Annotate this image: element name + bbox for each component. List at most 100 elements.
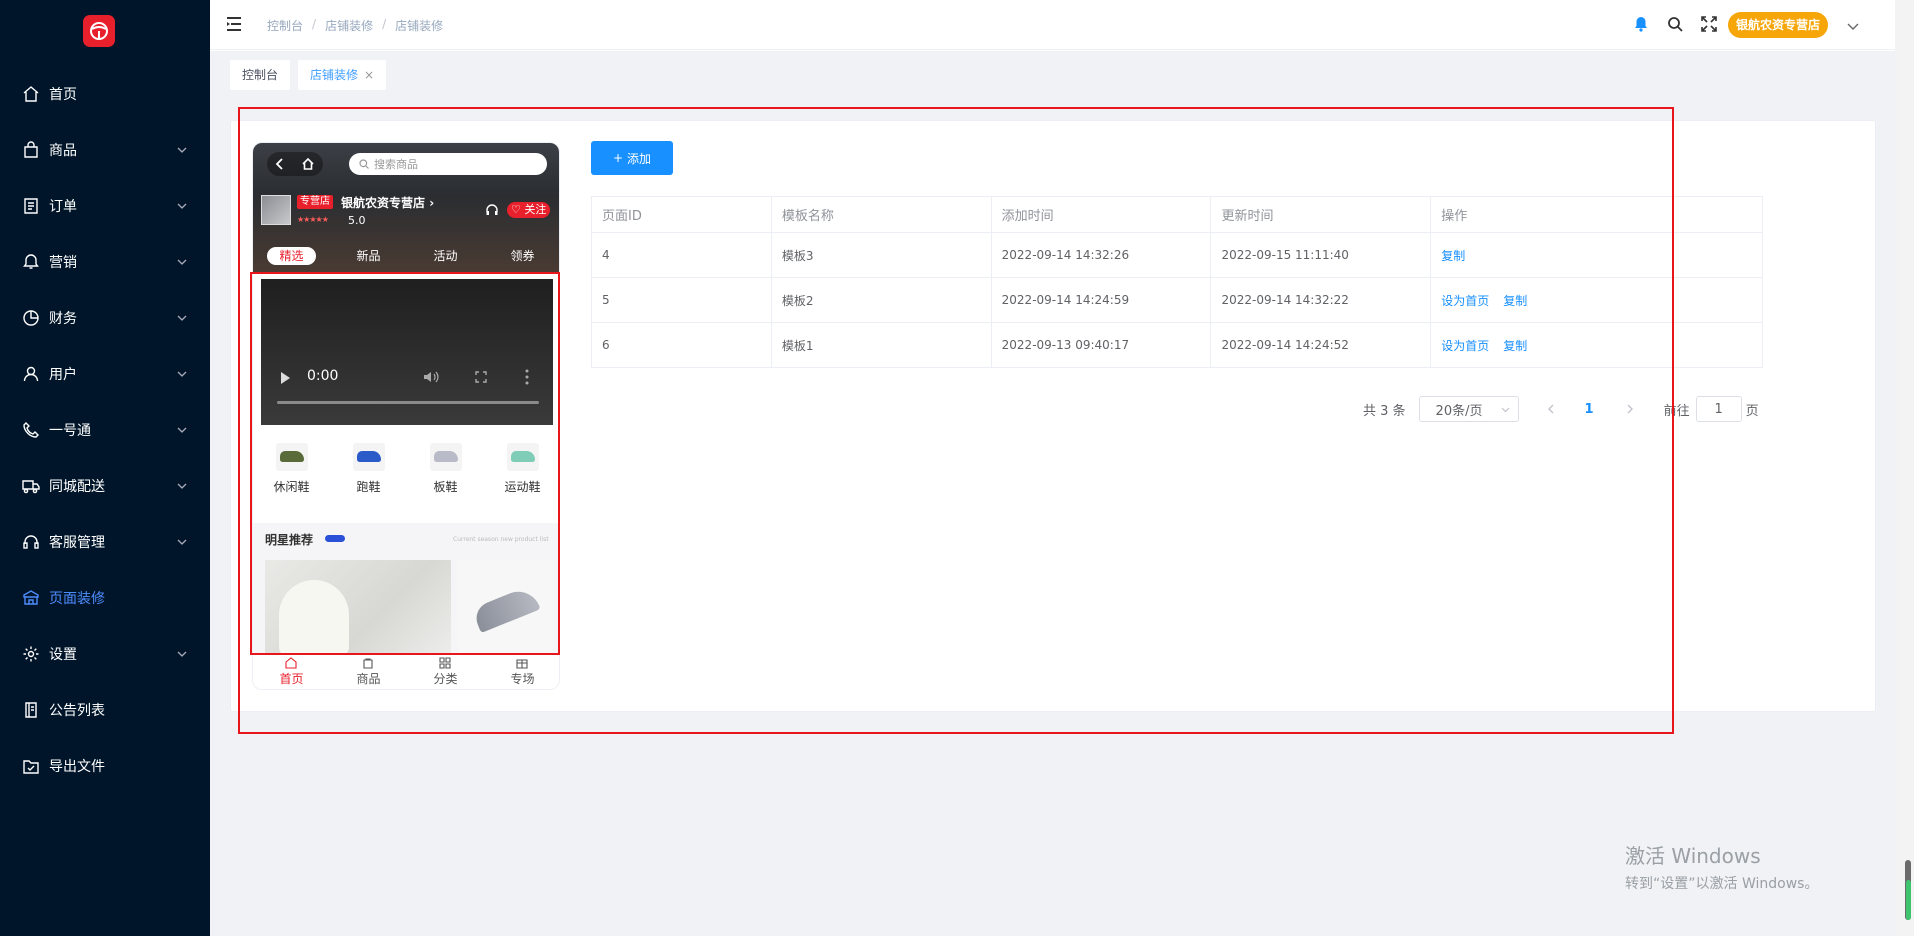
nav-capsule[interactable] <box>267 152 323 176</box>
tag-dashboard[interactable]: 控制台 <box>230 60 291 90</box>
category-item[interactable]: 板鞋 <box>418 435 474 509</box>
sidebar-item[interactable]: 设置 <box>0 626 210 682</box>
watermark-line1: 激活 Windows <box>1625 844 1761 868</box>
steering-wheel-logo-icon[interactable] <box>83 15 115 47</box>
sidebar-item[interactable]: 财务 <box>0 290 210 346</box>
sidebar-item[interactable]: 用户 <box>0 346 210 402</box>
sidebar-item-label: 导出文件 <box>49 759 105 775</box>
category-item[interactable]: 休闲鞋 <box>264 435 320 509</box>
table-row: 5 模板2 2022-09-14 14:24:59 2022-09-14 14:32:… <box>592 278 1763 323</box>
store-header: 搜索商品 专营店 银航农资专营店 › ★★★★★ 5.0 ♡ 关注 精选 新品 活动… <box>253 143 559 273</box>
fullscreen-icon[interactable] <box>1701 16 1717 32</box>
category-item[interactable]: 跑鞋 <box>341 435 397 509</box>
scrollbar-indicator <box>1906 880 1911 920</box>
tabbar-item[interactable]: 专场 <box>510 655 535 689</box>
sidebar-item[interactable]: 页面装修 <box>0 570 210 626</box>
home-icon[interactable] <box>301 157 315 171</box>
tabbar-label: 商品 <box>356 672 381 686</box>
shop-name-badge[interactable]: 银航农资专营店 <box>1728 12 1829 38</box>
pagination-total: 共 3 条 <box>1363 403 1406 419</box>
goto-unit: 页 <box>1745 403 1759 419</box>
store-name[interactable]: 银航农资专营店 › <box>341 194 434 211</box>
tag-label: 控制台 <box>242 68 279 82</box>
shoe-shape <box>471 584 541 634</box>
chevron-down-icon <box>1501 407 1509 413</box>
table-row: 6 模板1 2022-09-13 09:40:17 2022-09-14 14:24:… <box>592 323 1763 368</box>
table-cell-updated: 2022-09-15 11:11:40 <box>1211 233 1432 277</box>
chevron-left-icon[interactable] <box>1545 403 1557 415</box>
page-size-select[interactable]: 20条/页 <box>1418 396 1519 422</box>
store-tabs: 精选 新品 活动 领券 <box>253 245 559 267</box>
breadcrumb-item[interactable]: 控制台 <box>267 17 303 34</box>
follow-label: 关注 <box>524 203 547 216</box>
tag-store-decoration[interactable]: 店铺装修 × <box>298 60 387 90</box>
table-row: 4 模板3 2022-09-14 14:32:26 2022-09-15 11:11:… <box>592 233 1763 278</box>
copy-link[interactable]: 复制 <box>1441 247 1465 264</box>
copy-link[interactable]: 复制 <box>1503 337 1527 354</box>
video-progress-track[interactable] <box>277 401 539 404</box>
chevron-down-icon <box>177 315 187 321</box>
plus-icon: + <box>612 151 624 165</box>
table-header-cell: 模板名称 <box>772 197 992 232</box>
store-tab[interactable]: 精选 <box>267 247 316 265</box>
headset-icon[interactable] <box>485 203 499 217</box>
order-list-icon <box>24 198 38 214</box>
sidebar-item[interactable]: 公告列表 <box>0 682 210 738</box>
search-icon <box>359 159 369 169</box>
table-header-cell: 更新时间 <box>1211 197 1432 232</box>
category-item[interactable]: 运动鞋 <box>495 435 551 509</box>
menu-fold-icon[interactable] <box>226 15 244 33</box>
sidebar-item[interactable]: 一号通 <box>0 402 210 458</box>
breadcrumb: 控制台 / 店铺装修 / 店铺装修 <box>267 17 443 34</box>
store-tab[interactable]: 活动 <box>421 247 469 265</box>
tabbar-item[interactable]: 商品 <box>356 655 381 689</box>
volume-icon[interactable] <box>423 370 439 384</box>
copy-link[interactable]: 复制 <box>1503 292 1527 309</box>
add-button[interactable]: + 添加 <box>591 141 673 175</box>
page-number-current[interactable]: 1 <box>1585 402 1594 417</box>
home-icon <box>23 86 39 102</box>
sidebar-item[interactable]: 订单 <box>0 178 210 234</box>
sidebar-item-label: 页面装修 <box>49 591 105 607</box>
sidebar-item[interactable]: 商品 <box>0 122 210 178</box>
chevron-right-icon[interactable] <box>1624 403 1636 415</box>
chevron-down-icon <box>177 371 187 377</box>
decorate-icon <box>23 590 39 605</box>
sidebar-item[interactable]: 首页 <box>0 66 210 122</box>
product-image[interactable] <box>265 560 451 656</box>
scrollbar[interactable] <box>1895 0 1914 936</box>
breadcrumb-item[interactable]: 店铺装修 <box>325 17 373 34</box>
follow-button[interactable]: ♡ 关注 <box>507 202 551 218</box>
table-cell-id: 4 <box>592 233 772 277</box>
product-image[interactable] <box>458 560 553 656</box>
close-icon[interactable]: × <box>364 68 374 82</box>
fullscreen-icon[interactable] <box>475 371 487 383</box>
sidebar-item[interactable]: 客服管理 <box>0 514 210 570</box>
sidebar-menu: 首页 商品 订单 营销 财务 用户 一号通 同城配送 客服管理页面装修设置 公告列表导出文件 <box>0 66 210 794</box>
sidebar: 首页 商品 订单 营销 财务 用户 一号通 同城配送 客服管理页面装修设置 公告列表导出文件 <box>0 0 210 936</box>
video-player[interactable]: 0:00 <box>261 279 553 425</box>
sidebar-item[interactable]: 同城配送 <box>0 458 210 514</box>
tabbar-item[interactable]: 首页 <box>279 655 304 689</box>
tabbar-item[interactable]: 分类 <box>433 655 458 689</box>
product-shape <box>279 580 349 656</box>
chevron-down-icon <box>177 147 187 153</box>
search-icon[interactable] <box>1667 16 1683 32</box>
table-cell-actions: 设为首页 复制 <box>1431 323 1763 367</box>
set-home-link[interactable]: 设为首页 <box>1441 292 1489 309</box>
notice-icon <box>25 702 37 718</box>
sidebar-item[interactable]: 导出文件 <box>0 738 210 794</box>
preview-search-input[interactable]: 搜索商品 <box>349 153 547 175</box>
play-icon[interactable] <box>281 372 290 384</box>
store-tab[interactable]: 新品 <box>344 247 392 265</box>
chevron-down-icon[interactable] <box>1846 19 1860 33</box>
sidebar-item[interactable]: 营销 <box>0 234 210 290</box>
store-tab[interactable]: 领券 <box>498 247 546 265</box>
more-vertical-icon[interactable] <box>525 369 529 385</box>
phone-preview: 搜索商品 专营店 银航农资专营店 › ★★★★★ 5.0 ♡ 关注 精选 新品 活动… <box>252 142 560 690</box>
bag-icon <box>24 141 38 158</box>
goto-page-input[interactable] <box>1695 396 1742 422</box>
set-home-link[interactable]: 设为首页 <box>1441 337 1489 354</box>
bell-icon[interactable] <box>1633 16 1649 32</box>
chevron-left-icon[interactable] <box>275 158 285 170</box>
